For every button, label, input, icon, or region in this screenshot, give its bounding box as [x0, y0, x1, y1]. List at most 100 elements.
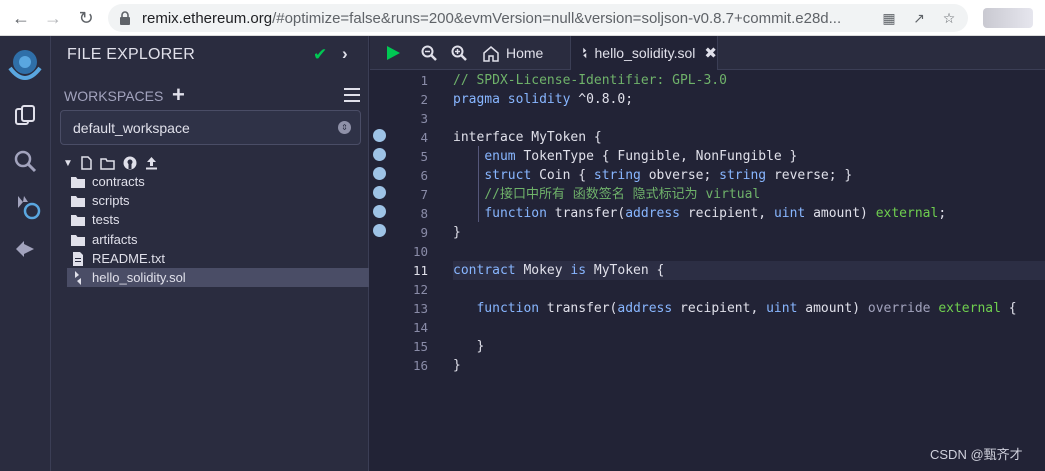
- close-icon[interactable]: ✖: [704, 44, 717, 62]
- reload-icon[interactable]: ↻: [75, 7, 97, 29]
- icon-panel: [0, 36, 51, 471]
- new-folder-icon[interactable]: [100, 157, 115, 170]
- deploy-run-icon[interactable]: [12, 236, 38, 262]
- code-editor[interactable]: // SPDX-License-Identifier: GPL-3.0 prag…: [453, 71, 1045, 375]
- code-line: function transfer(address recipient, uin…: [476, 301, 1017, 316]
- line-number: 10: [412, 244, 428, 259]
- add-workspace-icon[interactable]: +: [172, 82, 185, 108]
- gutter-marker[interactable]: [373, 167, 386, 180]
- line-number: 3: [420, 111, 428, 126]
- folder-icon: [71, 195, 85, 207]
- solidity-file-icon: [583, 47, 587, 59]
- tree-item-hello-solidity[interactable]: hello_solidity.sol: [67, 268, 369, 287]
- line-numbers: 1 2 3 4 5 6 7 8 9 10 11 12 13 14 15 16: [392, 71, 428, 375]
- code-line: }: [453, 225, 461, 240]
- address-bar[interactable]: remix.ethereum.org/#optimize=false&runs=…: [108, 4, 968, 32]
- watermark: CSDN @甄齐才: [930, 447, 1023, 462]
- share-icon[interactable]: ↗: [910, 9, 928, 27]
- caret-down-icon[interactable]: ▼: [63, 158, 73, 169]
- workspaces-label: WORKSPACES: [64, 88, 164, 104]
- folder-icon: [71, 214, 85, 226]
- github-icon[interactable]: [123, 156, 137, 170]
- bookmark-star-icon[interactable]: ☆: [940, 9, 958, 27]
- line-number: 6: [420, 168, 428, 183]
- gutter-marker[interactable]: [373, 205, 386, 218]
- code-line: enum TokenType { Fungible, NonFungible }: [484, 149, 798, 164]
- zoom-in-icon[interactable]: [450, 44, 468, 62]
- code-line: interface MyToken {: [453, 130, 602, 145]
- zoom-out-icon[interactable]: [420, 44, 438, 62]
- tree-item-label: hello_solidity.sol: [92, 270, 186, 285]
- line-number: 8: [420, 206, 428, 221]
- code-line: }: [453, 358, 461, 373]
- panel-title: FILE EXPLORER: [67, 46, 195, 63]
- tree-item-label: contracts: [92, 174, 145, 189]
- solidity-compiler-icon[interactable]: [12, 192, 42, 222]
- code-line-active: contract Mokey is MyToken {: [453, 261, 1045, 280]
- folder-icon: [71, 234, 85, 246]
- url-text: remix.ethereum.org/#optimize=false&runs=…: [142, 10, 877, 27]
- upload-icon[interactable]: [145, 156, 158, 170]
- tab-file-label: hello_solidity.sol: [594, 45, 696, 61]
- folder-icon: [71, 176, 85, 188]
- tree-item-contracts[interactable]: contracts: [67, 172, 369, 191]
- line-number: 7: [420, 187, 428, 202]
- workspace-select-value: default_workspace: [73, 120, 190, 136]
- tab-hello-solidity[interactable]: hello_solidity.sol ✖: [570, 36, 718, 70]
- remix-logo-icon[interactable]: [4, 44, 46, 86]
- file-tree-toolbar: ▼: [63, 155, 158, 171]
- check-icon: ✔: [313, 45, 328, 64]
- code-line: function transfer(address recipient, uin…: [484, 206, 947, 221]
- editor-tabs-bar: Home hello_solidity.sol ✖: [370, 36, 1045, 70]
- url-path: /#optimize=false&runs=200&evmVersion=nul…: [272, 10, 842, 27]
- home-icon: [483, 45, 499, 62]
- tab-home-label: Home: [506, 45, 544, 61]
- translate-icon[interactable]: ▦: [880, 9, 898, 27]
- text-file-icon: [73, 251, 83, 266]
- tree-item-scripts[interactable]: scripts: [67, 191, 369, 210]
- line-number: 9: [420, 225, 428, 240]
- tab-home[interactable]: Home: [482, 36, 543, 70]
- url-host: remix.ethereum.org: [142, 10, 273, 27]
- gutter-marker[interactable]: [373, 129, 386, 142]
- tree-item-artifacts[interactable]: artifacts: [67, 230, 369, 249]
- line-number: 5: [420, 149, 428, 164]
- lock-icon: [120, 11, 130, 25]
- line-number: 15: [412, 339, 428, 354]
- editor-area: Home hello_solidity.sol ✖ 1 2 3 4 5 6 7 8 9 10 11 1…: [370, 36, 1045, 471]
- chevron-right-icon[interactable]: ›: [342, 44, 348, 64]
- tree-item-label: tests: [92, 212, 120, 227]
- tree-item-tests[interactable]: tests: [67, 210, 369, 229]
- forward-arrow-icon[interactable]: →: [42, 7, 64, 29]
- tree-item-readme[interactable]: README.txt: [67, 249, 369, 268]
- line-number: 16: [412, 358, 428, 373]
- line-number: 4: [420, 130, 428, 145]
- file-explorer-icon[interactable]: [12, 103, 38, 129]
- line-number: 11: [412, 263, 428, 278]
- code-line: // SPDX-License-Identifier: GPL-3.0: [453, 73, 727, 88]
- workspace-select[interactable]: default_workspace ⇕: [60, 110, 361, 145]
- tree-item-label: README.txt: [92, 251, 165, 266]
- line-number: 14: [412, 320, 428, 335]
- gutter-marker[interactable]: [373, 224, 386, 237]
- select-arrows-icon: ⇕: [338, 121, 351, 134]
- gutter-marker[interactable]: [373, 148, 386, 161]
- search-icon[interactable]: [12, 148, 38, 174]
- file-explorer-panel: FILE EXPLORER ✔ › WORKSPACES + default_w…: [51, 36, 369, 471]
- code-line: struct Coin { string obverse; string rev…: [484, 168, 853, 183]
- tree-item-label: artifacts: [92, 232, 138, 247]
- line-number: 12: [412, 282, 428, 297]
- code-line: pragma solidity ^0.8.0;: [453, 92, 634, 107]
- profile-avatar[interactable]: [983, 8, 1033, 28]
- hamburger-menu-icon[interactable]: [344, 88, 360, 102]
- back-arrow-icon[interactable]: ←: [10, 7, 32, 29]
- gutter-marker[interactable]: [373, 186, 386, 199]
- browser-toolbar: ← → ↻ remix.ethereum.org/#optimize=false…: [0, 0, 1045, 36]
- code-line: //接口中所有 函数签名 隐式标记为 virtual: [484, 187, 761, 202]
- run-play-icon[interactable]: [384, 44, 402, 62]
- new-file-icon[interactable]: [81, 156, 92, 170]
